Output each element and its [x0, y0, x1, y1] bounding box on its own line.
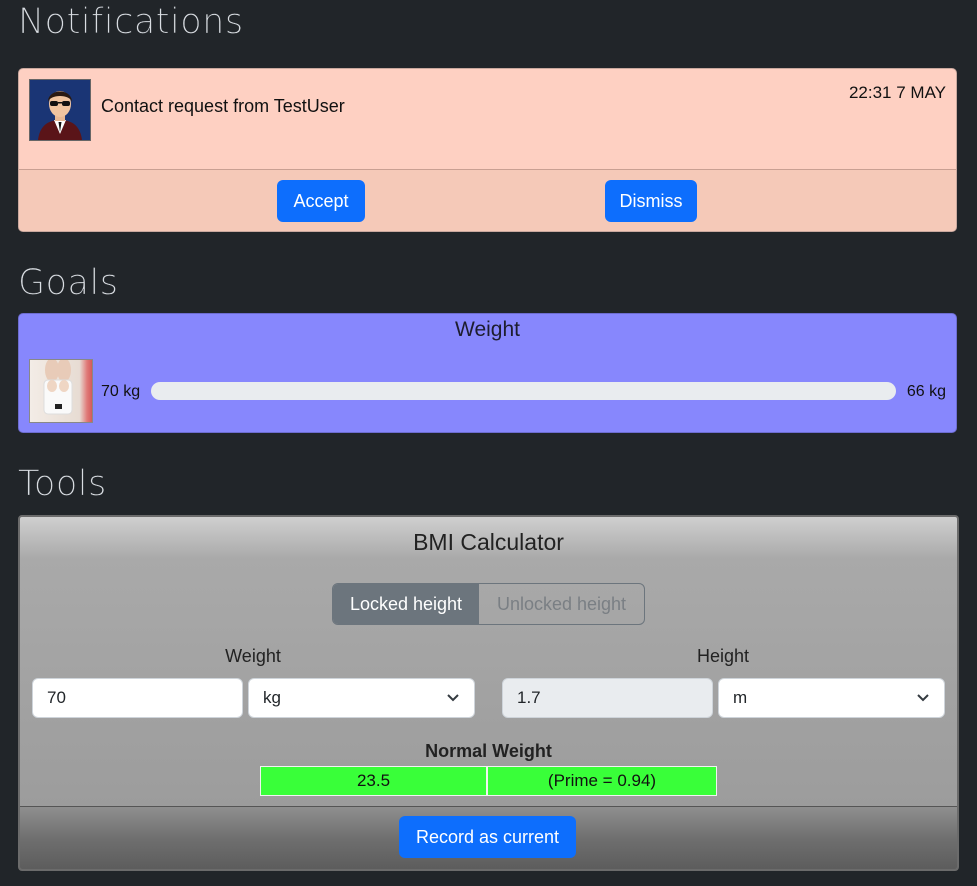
notification-actions: Accept Dismiss	[19, 169, 956, 231]
notification-card: Contact request from TestUser 22:31 7 MA…	[18, 68, 957, 232]
bmi-title: BMI Calculator	[413, 529, 564, 555]
goal-target-label: 66 kg	[906, 383, 946, 400]
height-input[interactable]: 1.7	[502, 678, 713, 718]
unlocked-height-option[interactable]: Unlocked height	[479, 584, 644, 624]
notification-time: 22:31 7 MAY	[848, 83, 946, 102]
user-avatar	[29, 79, 91, 141]
height-unit-value: m	[733, 688, 748, 707]
scale-image	[29, 359, 93, 423]
bmi-calculator-card: BMI Calculator Locked height Unlocked he…	[18, 515, 959, 871]
height-unit-select[interactable]: m	[718, 678, 945, 718]
locked-height-option[interactable]: Locked height	[333, 584, 479, 624]
chevron-down-icon	[447, 694, 459, 702]
notifications-heading: Notifications	[18, 2, 244, 42]
goal-title: Weight	[455, 318, 520, 341]
record-as-current-button[interactable]: Record as current	[399, 816, 576, 858]
dismiss-button[interactable]: Dismiss	[605, 180, 697, 222]
weight-label: Weight	[225, 646, 281, 666]
goal-start-label: 70 kg	[101, 383, 141, 400]
weight-goal-card: Weight 70 kg 66 kg	[18, 313, 957, 433]
bmi-value: 23.5	[260, 766, 487, 796]
bmi-category: Normal Weight	[425, 741, 552, 761]
height-lock-toggle: Locked height Unlocked height	[332, 583, 645, 625]
weight-unit-select[interactable]: kg	[248, 678, 475, 718]
chevron-down-icon	[917, 694, 929, 702]
goal-progress-bar	[151, 382, 896, 400]
tools-heading: Tools	[18, 464, 107, 504]
bmi-actions: Record as current	[20, 806, 957, 869]
weight-input[interactable]: 70	[32, 678, 243, 718]
notification-message: Contact request from TestUser	[101, 96, 345, 116]
weight-unit-value: kg	[263, 688, 281, 707]
height-label: Height	[696, 646, 750, 666]
accept-button[interactable]: Accept	[277, 180, 365, 222]
bmi-prime: (Prime = 0.94)	[487, 766, 717, 796]
goals-heading: Goals	[18, 263, 119, 303]
